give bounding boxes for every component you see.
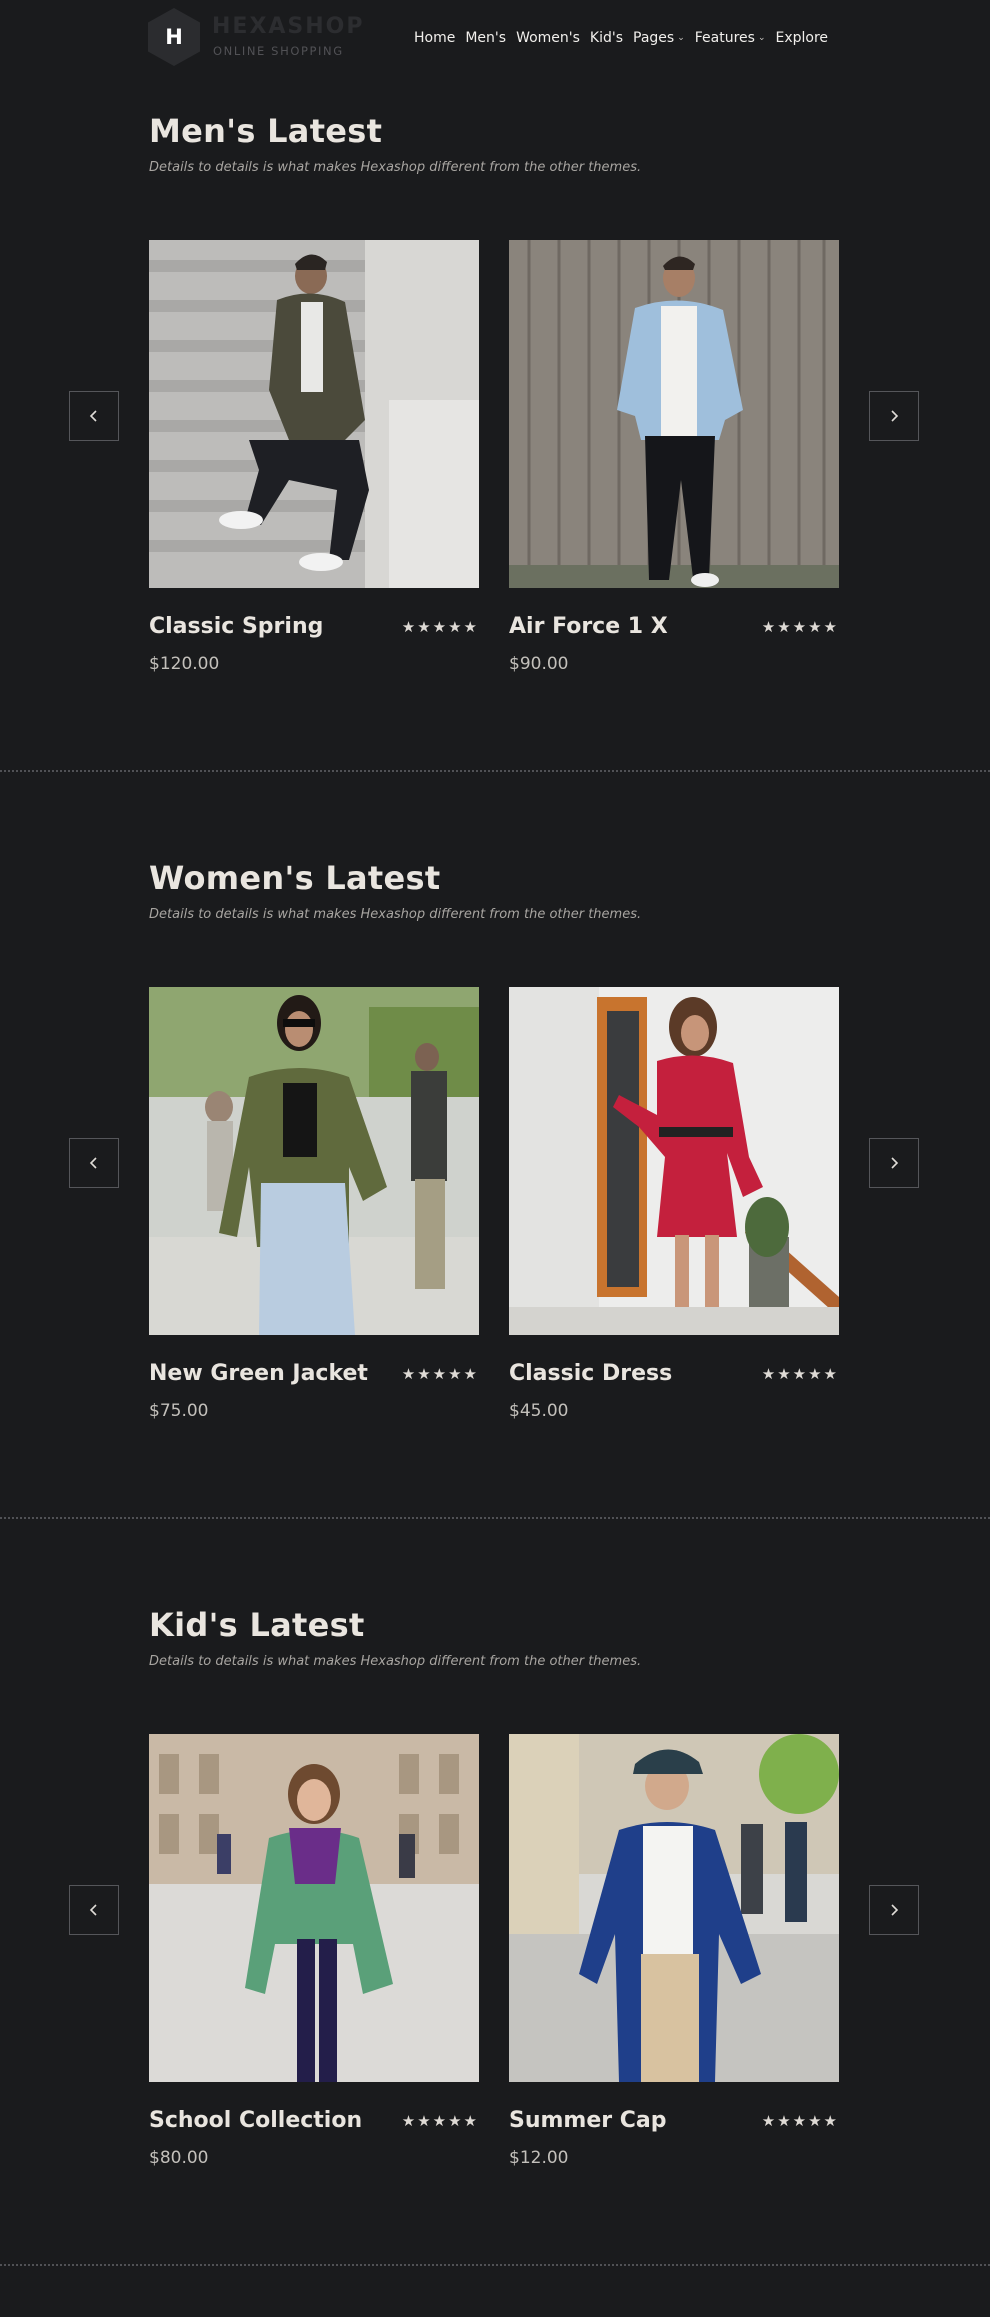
product-image[interactable] [149, 1734, 479, 2082]
section-title: Men's Latest [149, 112, 383, 150]
star-rating-icon: ★★★★★ [401, 618, 479, 636]
chevron-left-icon [89, 410, 97, 422]
section-subtitle: Details to details is what makes Hexasho… [149, 1654, 642, 1669]
product-card[interactable]: Classic Dress ★★★★★ $45.00 [509, 987, 839, 1427]
chevron-right-icon [891, 410, 899, 422]
kids-latest-section: Kid's Latest Details to details is what … [0, 1494, 990, 2241]
chevron-left-icon [89, 1904, 97, 1916]
product-price: $120.00 [149, 654, 220, 674]
section-title: Women's Latest [149, 859, 441, 897]
product-photo [149, 987, 479, 1335]
carousel-next-button[interactable] [869, 391, 919, 441]
product-price: $12.00 [509, 2148, 569, 2168]
carousel-next-button[interactable] [869, 1885, 919, 1935]
chevron-right-icon [891, 1157, 899, 1169]
star-rating-icon: ★★★★★ [401, 1365, 479, 1383]
product-image[interactable] [149, 240, 479, 588]
chevron-right-icon [891, 1904, 899, 1916]
product-card[interactable]: Summer Cap ★★★★★ $12.00 [509, 1734, 839, 2174]
star-rating-icon: ★★★★★ [761, 2112, 839, 2130]
product-name[interactable]: Classic Dress [509, 1361, 672, 1386]
product-price: $75.00 [149, 1401, 209, 1421]
star-rating-icon: ★★★★★ [761, 618, 839, 636]
carousel-prev-button[interactable] [69, 391, 119, 441]
product-image[interactable] [509, 987, 839, 1335]
chevron-left-icon [89, 1157, 97, 1169]
product-price: $45.00 [509, 1401, 569, 1421]
star-rating-icon: ★★★★★ [401, 2112, 479, 2130]
carousel-prev-button[interactable] [69, 1138, 119, 1188]
product-card[interactable]: New Green Jacket ★★★★★ $75.00 [149, 987, 479, 1427]
product-price: $90.00 [509, 654, 569, 674]
product-name[interactable]: School Collection [149, 2108, 362, 2133]
womens-latest-section: Women's Latest Details to details is wha… [0, 747, 990, 1494]
product-name[interactable]: Air Force 1 X [509, 614, 668, 639]
product-photo [149, 240, 479, 588]
product-card[interactable]: School Collection ★★★★★ $80.00 [149, 1734, 479, 2174]
section-subtitle: Details to details is what makes Hexasho… [149, 160, 642, 175]
product-photo [509, 987, 839, 1335]
carousel-next-button[interactable] [869, 1138, 919, 1188]
section-title: Kid's Latest [149, 1606, 365, 1644]
product-price: $80.00 [149, 2148, 209, 2168]
star-rating-icon: ★★★★★ [761, 1365, 839, 1383]
product-photo [509, 1734, 839, 2082]
product-image[interactable] [149, 987, 479, 1335]
product-photo [149, 1734, 479, 2082]
product-photo [509, 240, 839, 588]
mens-latest-section: Men's Latest Details to details is what … [0, 0, 990, 747]
section-subtitle: Details to details is what makes Hexasho… [149, 907, 642, 922]
product-card[interactable]: Classic Spring ★★★★★ $120.00 [149, 240, 479, 680]
section-divider [0, 2264, 990, 2266]
product-image[interactable] [509, 1734, 839, 2082]
product-name[interactable]: Classic Spring [149, 614, 323, 639]
product-name[interactable]: Summer Cap [509, 2108, 667, 2133]
product-card[interactable]: Air Force 1 X ★★★★★ $90.00 [509, 240, 839, 680]
carousel-prev-button[interactable] [69, 1885, 119, 1935]
product-image[interactable] [509, 240, 839, 588]
product-name[interactable]: New Green Jacket [149, 1361, 368, 1386]
